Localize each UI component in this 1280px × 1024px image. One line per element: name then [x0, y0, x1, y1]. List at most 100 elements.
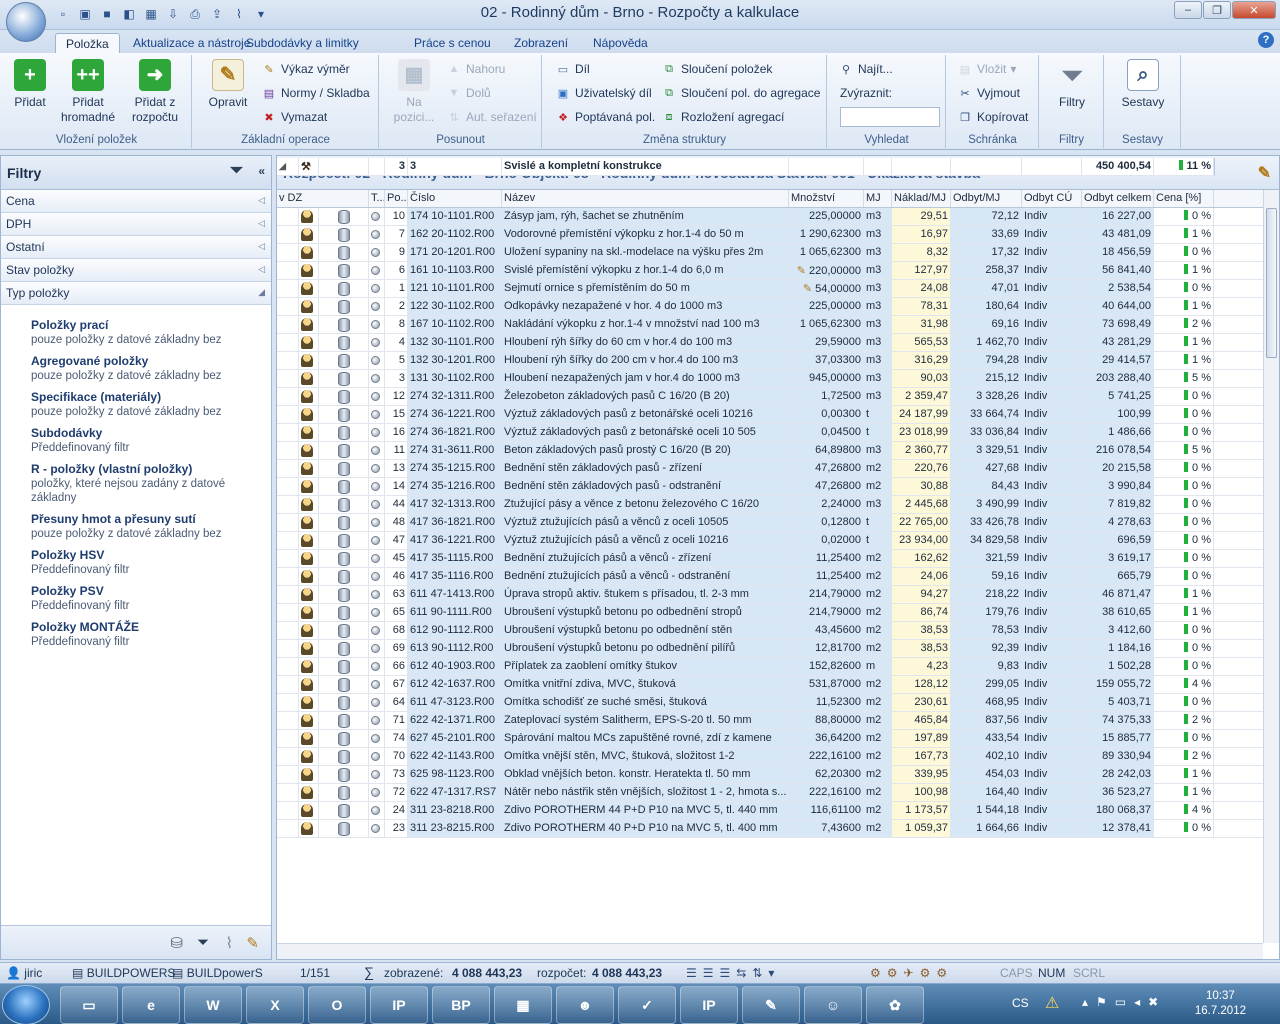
col-header-odbyt[interactable]: Odbyt/MJ	[951, 190, 1022, 207]
ip-app-2-icon[interactable]: IP	[680, 986, 738, 1024]
clipboard-app-icon[interactable]: ✎	[742, 986, 800, 1024]
user-section-button[interactable]: ▣ Uživatelský díl	[555, 83, 652, 103]
col-header-poradi[interactable]: Po...	[385, 190, 408, 207]
add-from-budget-button[interactable]: ➜ Přidat z rozpočtu	[124, 59, 186, 125]
move-to-position-button[interactable]: ▦ Na pozici...	[388, 59, 440, 125]
table-row[interactable]: 68 612 90-1112.R00 Ubroušení výstupků beto…	[277, 622, 1279, 640]
move-down-button[interactable]: ▼ Dolů	[446, 83, 491, 103]
measurement-pencil-icon[interactable]: ✎	[797, 265, 809, 277]
application-menu-button[interactable]	[6, 2, 46, 42]
table-row[interactable]: 4 132 30-1101.R00 Hloubení rýh šířky do 60…	[277, 334, 1279, 352]
table-row[interactable]: 8 167 10-1102.R00 Nakládání výkopku z hor.…	[277, 316, 1279, 334]
vykaz-vymer-button[interactable]: ✎ Výkaz výměr	[261, 59, 349, 79]
table-row[interactable]: 1 121 10-1101.R00 Sejmutí ornice s přemíst…	[277, 280, 1279, 298]
filter-item[interactable]: Položky MONTÁŽE Předdefinovaný filtr	[1, 619, 271, 649]
outlook-icon[interactable]: O	[308, 986, 366, 1024]
table-row[interactable]: 6 161 10-1103.R00 Svislé přemístění výkopk…	[277, 262, 1279, 280]
view-toolbar-icons[interactable]: ☰☰☰⇆⇅▾	[686, 966, 780, 980]
export-icon[interactable]: ⇪	[208, 5, 226, 23]
filter-section-stav[interactable]: Stav položky ◁	[1, 259, 271, 282]
col-header-mnozstvi[interactable]: Množství	[789, 190, 864, 207]
delete-button[interactable]: ✖ Vymazat	[261, 107, 327, 127]
open-folder-icon[interactable]: ▣	[76, 5, 94, 23]
move-up-button[interactable]: ▲ Nahoru	[446, 59, 506, 79]
col-header-cena[interactable]: Cena [%]	[1154, 190, 1214, 207]
auto-sort-button[interactable]: ⇅ Aut. seřazení	[446, 107, 536, 127]
table-row[interactable]: 23 311 23-8215.R00 Zdivo POROTHERM 40 P+D …	[277, 820, 1279, 838]
reports-button[interactable]: ⌕ Sestavy	[1113, 59, 1173, 110]
table-row[interactable]: 12 274 32-1311.R00 Železobeton základových…	[277, 388, 1279, 406]
table-row[interactable]: 45 417 35-1115.R00 Bednění ztužujících pás…	[277, 550, 1279, 568]
table-row[interactable]: 64 611 47-3123.R00 Omítka schodišť ze such…	[277, 694, 1279, 712]
filters-button[interactable]: ⏷ Filtry	[1046, 59, 1098, 110]
tray-icons[interactable]: ▴⚑▭◂✖	[1082, 995, 1166, 1009]
horizontal-scrollbar[interactable]	[277, 943, 1263, 959]
filter-item[interactable]: Specifikace (materiály) pouze položky z d…	[1, 389, 271, 419]
table-row[interactable]: 7 162 20-1102.R00 Vodorovné přemístění výk…	[277, 226, 1279, 244]
filter-item[interactable]: Agregované položky pouze položky z datové…	[1, 353, 271, 383]
collapse-panel-icon[interactable]: «	[258, 164, 265, 178]
import-icon[interactable]: ⇩	[164, 5, 182, 23]
worker-app-icon[interactable]: ☺	[804, 986, 862, 1024]
table-row[interactable]: 66 612 40-1903.R00 Příplatek za zaoblení o…	[277, 658, 1279, 676]
table-row[interactable]: 3 131 30-1102.R00 Hloubení nezapažených ja…	[277, 370, 1279, 388]
paste-button[interactable]: ▤ Vložit ▾	[957, 59, 1017, 79]
table-row[interactable]: 9 171 20-1201.R00 Uložení sypaniny na skl.…	[277, 244, 1279, 262]
filter-pin-icon[interactable]: ⏷	[230, 162, 243, 180]
filter-section-typ[interactable]: Typ položky ◢	[1, 282, 271, 305]
properties-icon[interactable]: ◧	[120, 5, 138, 23]
print-icon[interactable]: ⎙	[186, 5, 204, 23]
filter-item[interactable]: Položky prací pouze položky z datové zákl…	[1, 317, 271, 347]
new-file-icon[interactable]: ▫	[54, 5, 72, 23]
filter-item[interactable]: Přesuny hmot a přesuny sutí pouze položky…	[1, 511, 271, 541]
copy-button[interactable]: ❐ Kopírovat	[957, 107, 1028, 127]
calculator-icon[interactable]: ▦	[142, 5, 160, 23]
filter-item[interactable]: Položky PSV Předdefinovaný filtr	[1, 583, 271, 613]
col-header-nazev[interactable]: Název	[502, 190, 789, 207]
tab-polozka[interactable]: Položka	[55, 33, 120, 53]
action-center-icon[interactable]: ⚠	[1045, 993, 1059, 1013]
merge-to-aggregation-button[interactable]: ⧉ Sloučení pol. do agregace	[661, 83, 820, 103]
tab-prace-s-cenou[interactable]: Práce s cenou	[404, 33, 501, 53]
explorer-icon[interactable]: ▭	[60, 986, 118, 1024]
language-indicator[interactable]: CS	[1012, 996, 1029, 1010]
col-header-typ[interactable]: T...	[369, 190, 385, 207]
start-button[interactable]	[2, 985, 50, 1024]
table-row[interactable]: 48 417 36-1821.R00 Výztuž ztužujících pásů…	[277, 514, 1279, 532]
table-row[interactable]: 5 132 30-1201.R00 Hloubení rýh šířky do 20…	[277, 352, 1279, 370]
tab-napoveda[interactable]: Nápověda	[583, 33, 658, 53]
scroll-thumb[interactable]	[1266, 208, 1277, 358]
ip-app-icon[interactable]: IP	[370, 986, 428, 1024]
database-icon[interactable]: ⛁	[170, 934, 183, 952]
pencil-icon[interactable]: ✎	[246, 934, 259, 952]
bp-app-icon[interactable]: BP	[432, 986, 490, 1024]
col-header-naklad[interactable]: Náklad/MJ	[892, 190, 951, 207]
measurement-pencil-icon[interactable]: ✎	[803, 283, 815, 295]
table-row[interactable]: 65 611 90-1111.R00 Ubroušení výstupků beto…	[277, 604, 1279, 622]
table-row[interactable]: 15 274 36-1221.R00 Výztuž základových pasů…	[277, 406, 1279, 424]
restore-button[interactable]: ❐	[1203, 1, 1231, 19]
highlight-input[interactable]	[840, 107, 940, 127]
merge-items-button[interactable]: ⧉ Sloučení položek	[661, 59, 772, 79]
filter-item[interactable]: Položky HSV Předdefinovaný filtr	[1, 547, 271, 577]
col-header-odbyt-cu[interactable]: Odbyt CÚ	[1022, 190, 1082, 207]
group-row[interactable]: ◢ ⚒ 3 3 Svislé a kompletní konstrukce 450 400…	[277, 158, 1215, 176]
save-icon[interactable]: ■	[98, 5, 116, 23]
paperclip-icon[interactable]: ⌇	[226, 934, 233, 952]
expand-toggle-icon[interactable]: ◢	[277, 158, 299, 175]
minimize-button[interactable]: –	[1174, 1, 1202, 19]
close-button[interactable]: ✕	[1232, 1, 1276, 19]
internet-explorer-icon[interactable]: e	[122, 986, 180, 1024]
table-row[interactable]: 74 627 45-2101.R00 Spárování maltou MCs za…	[277, 730, 1279, 748]
table-row[interactable]: 11 274 31-3611.R00 Beton základových pasů …	[277, 442, 1279, 460]
customize-toolbar-icon[interactable]: ▾	[252, 5, 270, 23]
find-button[interactable]: ⚲ Najít...	[838, 59, 893, 79]
table-row[interactable]: 70 622 42-1143.R00 Omítka vnější stěn, MVC…	[277, 748, 1279, 766]
tab-zobrazeni[interactable]: Zobrazení	[504, 33, 578, 53]
table-row[interactable]: 14 274 35-1216.R00 Bednění stěn základovýc…	[277, 478, 1279, 496]
help-icon[interactable]: ?	[1258, 32, 1274, 48]
paint-app-icon[interactable]: ✿	[866, 986, 924, 1024]
filter-section-dph[interactable]: DPH ◁	[1, 213, 271, 236]
col-header-vdz[interactable]: v DZ	[277, 190, 369, 207]
table-row[interactable]: 69 613 90-1112.R00 Ubroušení výstupků beto…	[277, 640, 1279, 658]
